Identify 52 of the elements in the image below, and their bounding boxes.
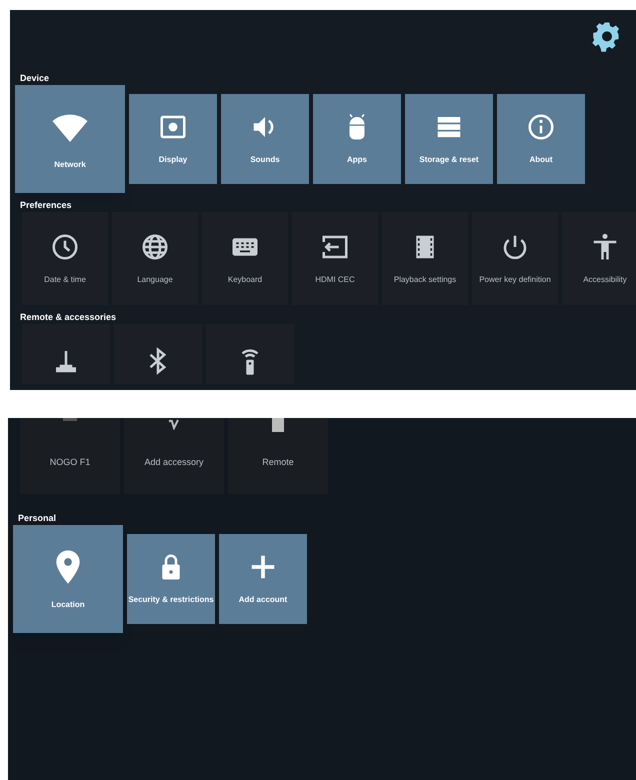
tile-label: Power key definition: [479, 274, 551, 286]
settings-tile[interactable]: Network: [15, 85, 125, 193]
tile-label: Keyboard: [228, 274, 262, 286]
tile-label: Remote: [262, 456, 294, 468]
globe-icon: [140, 232, 170, 262]
tile-label: Display: [158, 154, 188, 166]
tile-label: Storage & reset: [419, 154, 479, 166]
settings-tile[interactable]: Storage & reset: [405, 94, 493, 184]
settings-tile[interactable]: Security & restrictions: [127, 534, 215, 624]
settings-tile[interactable]: Apps: [313, 94, 401, 184]
tile-label: Playback settings: [394, 274, 456, 286]
tile-label: Network: [54, 159, 86, 171]
icon-fragment: [272, 418, 284, 432]
settings-tile[interactable]: Sounds: [221, 94, 309, 184]
settings-tile[interactable]: HDMI CEC: [292, 212, 378, 305]
tile-label: Location: [51, 599, 85, 611]
settings-tile[interactable]: Accessibility: [562, 212, 636, 305]
checkmark-icon: [167, 418, 181, 430]
tile-label: Add account: [238, 594, 288, 606]
settings-tile[interactable]: Date & time: [22, 212, 108, 305]
tile-label: Security & restrictions: [128, 594, 214, 606]
settings-tile[interactable]: Display: [129, 94, 217, 184]
tile-label: Add accessory: [144, 456, 204, 469]
settings-tile[interactable]: Power key definition: [472, 212, 558, 305]
settings-icon[interactable]: [592, 22, 622, 52]
icon-fragment: [63, 418, 77, 421]
settings-tile[interactable]: [22, 324, 110, 384]
settings-tile[interactable]: Keyboard: [202, 212, 288, 305]
settings-tile[interactable]: Remote: [228, 418, 328, 494]
settings-tile[interactable]: Language: [112, 212, 198, 305]
tile-label: Accessibility: [583, 274, 627, 286]
tile-label: HDMI CEC: [315, 274, 355, 286]
section-title: Preferences: [20, 199, 73, 211]
clock-icon: [50, 232, 80, 262]
info-icon: [526, 112, 556, 142]
tile-label: Apps: [347, 154, 367, 166]
section-title: Device: [20, 72, 50, 84]
section-title: Personal: [18, 512, 58, 524]
tile-label: Language: [137, 274, 173, 286]
settings-tile[interactable]: Add accessory: [124, 418, 224, 494]
settings-tile[interactable]: Location: [13, 525, 123, 633]
tile-label: Date & time: [44, 274, 86, 286]
settings-tile[interactable]: [206, 324, 294, 384]
settings-tile[interactable]: About: [497, 94, 585, 184]
settings-tile[interactable]: Playback settings: [382, 212, 468, 305]
settings-tile[interactable]: Add account: [219, 534, 307, 624]
tile-label: NOGO F1: [50, 456, 90, 468]
section-title: Remote & accessories: [20, 311, 118, 323]
settings-tile[interactable]: NOGO F1: [20, 418, 120, 494]
tile-label: Sounds: [250, 154, 280, 166]
settings-tile[interactable]: [114, 324, 202, 384]
tile-label: About: [529, 154, 553, 166]
